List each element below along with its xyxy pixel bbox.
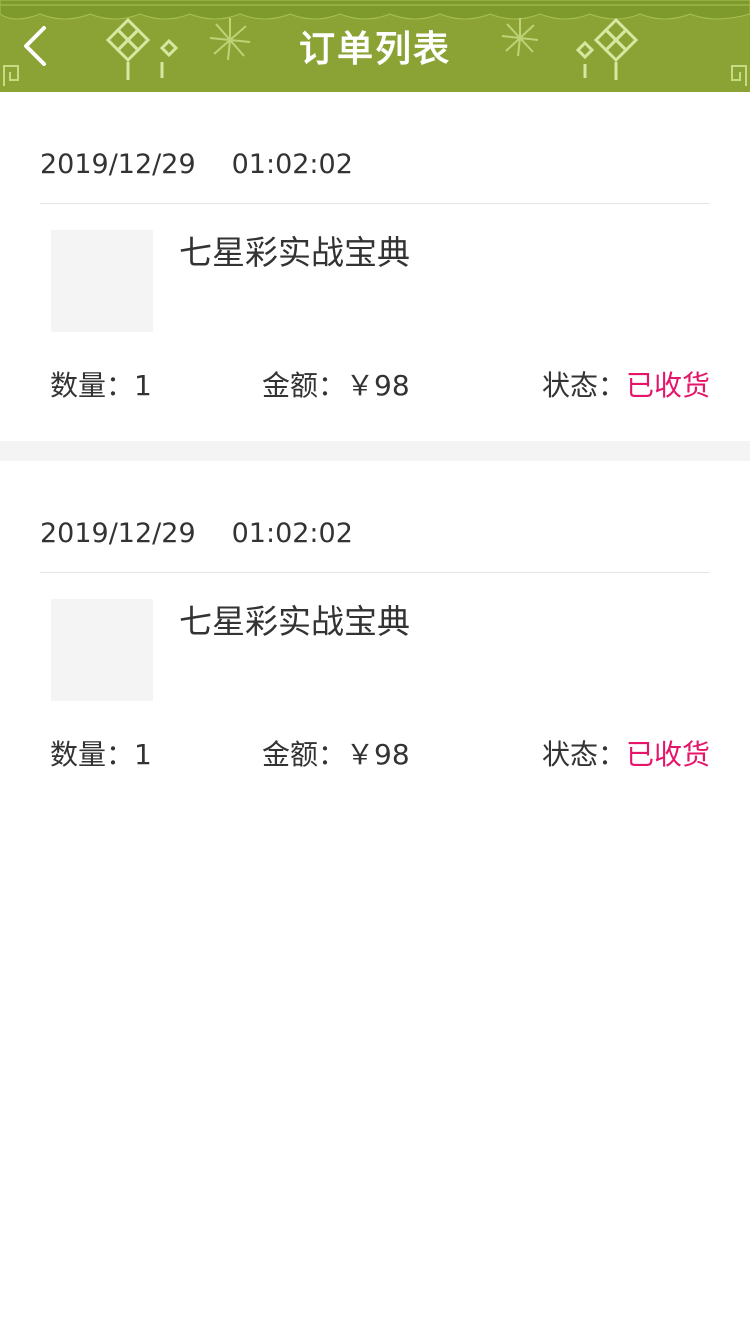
amount-label: 金额： bbox=[262, 738, 347, 771]
divider bbox=[40, 203, 710, 204]
order-info-row: 数量：1 金额：￥98 状态：已收货 bbox=[0, 364, 750, 408]
quantity-value: 1 bbox=[134, 738, 152, 771]
order-time: 01:02:02 bbox=[231, 517, 353, 549]
amount-value: ￥98 bbox=[346, 369, 410, 402]
amount: 金额：￥98 bbox=[262, 364, 410, 404]
order-list: 2019/12/29 01:02:02 七星彩实战宝典 数量：1 金额：￥98 … bbox=[0, 92, 750, 810]
divider bbox=[40, 572, 710, 573]
festive-banner-decoration bbox=[0, 0, 750, 92]
product-thumbnail bbox=[51, 599, 153, 701]
order-time: 01:02:02 bbox=[231, 148, 353, 180]
order-datetime: 2019/12/29 01:02:02 bbox=[40, 513, 353, 553]
product-name: 七星彩实战宝典 bbox=[179, 602, 410, 641]
order-status: 状态：已收货 bbox=[542, 733, 710, 773]
status-value: 已收货 bbox=[625, 369, 710, 402]
quantity-label: 数量： bbox=[50, 369, 135, 402]
order-info-row: 数量：1 金额：￥98 状态：已收货 bbox=[0, 733, 750, 777]
amount: 金额：￥98 bbox=[262, 733, 410, 773]
section-gap bbox=[0, 441, 750, 461]
order-date: 2019/12/29 bbox=[40, 148, 196, 180]
chevron-left-icon bbox=[24, 26, 46, 66]
quantity: 数量：1 bbox=[50, 364, 152, 404]
quantity-label: 数量： bbox=[50, 738, 135, 771]
status-label: 状态： bbox=[541, 369, 626, 402]
product-thumbnail bbox=[51, 230, 153, 332]
quantity: 数量：1 bbox=[50, 733, 152, 773]
status-label: 状态： bbox=[541, 738, 626, 771]
status-value: 已收货 bbox=[625, 738, 710, 771]
order-date: 2019/12/29 bbox=[40, 517, 196, 549]
back-button[interactable] bbox=[14, 22, 54, 70]
order-card[interactable]: 2019/12/29 01:02:02 七星彩实战宝典 数量：1 金额：￥98 … bbox=[0, 92, 750, 441]
order-datetime: 2019/12/29 01:02:02 bbox=[40, 144, 353, 184]
amount-label: 金额： bbox=[262, 369, 347, 402]
amount-value: ￥98 bbox=[346, 738, 410, 771]
order-card[interactable]: 2019/12/29 01:02:02 七星彩实战宝典 数量：1 金额：￥98 … bbox=[0, 461, 750, 810]
header-bar: 订单列表 bbox=[0, 0, 750, 92]
order-status: 状态：已收货 bbox=[542, 364, 710, 404]
quantity-value: 1 bbox=[134, 369, 152, 402]
product-name: 七星彩实战宝典 bbox=[179, 233, 410, 272]
